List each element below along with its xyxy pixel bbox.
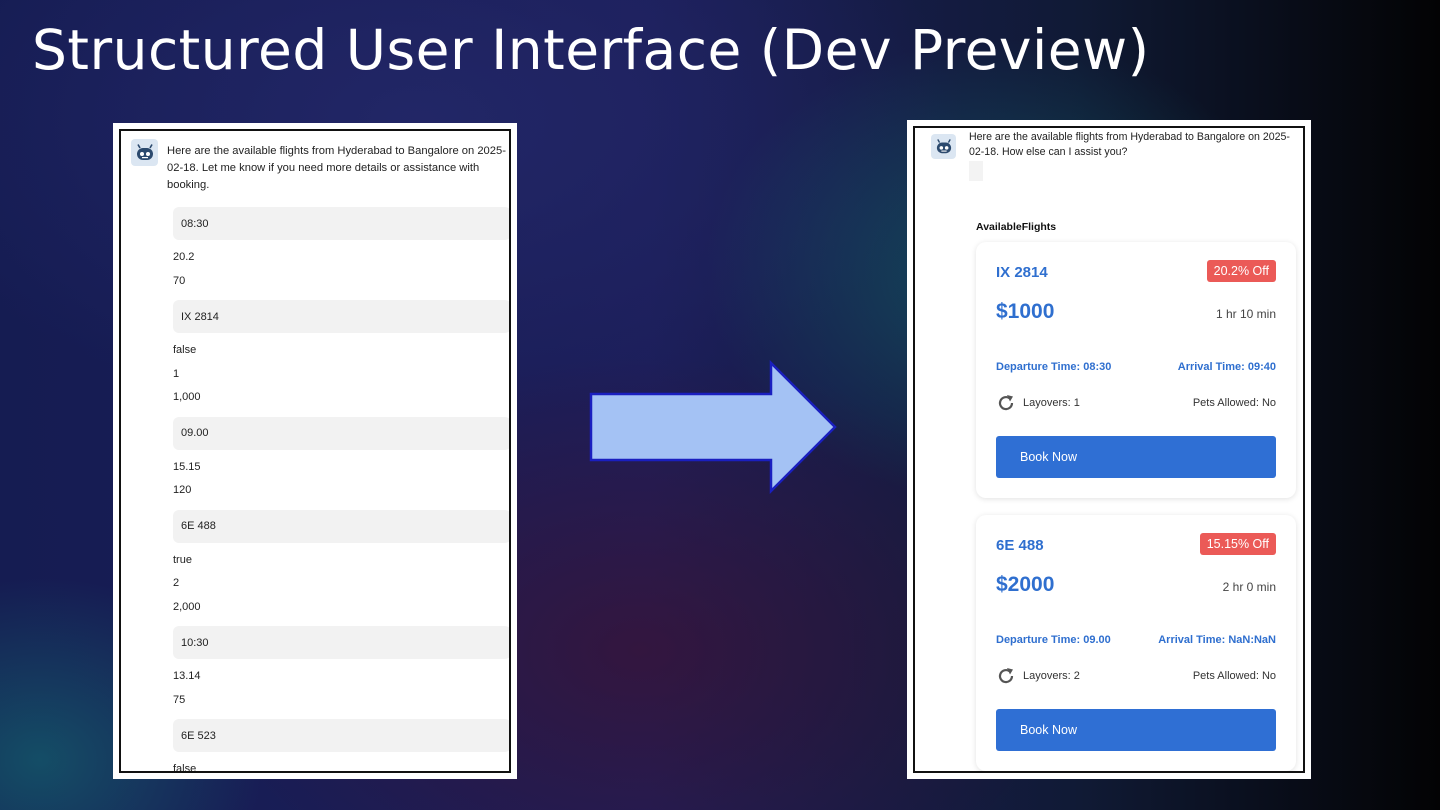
raw-value-line: 1,000: [173, 391, 201, 403]
book-now-button[interactable]: Book Now: [996, 436, 1276, 478]
structured-ui-panel: Here are the available flights from Hyde…: [907, 120, 1311, 779]
message-placeholder-block: [969, 161, 983, 181]
raw-value-line: 15.15: [173, 460, 201, 473]
arrival-time: Arrival Time: NaN:NaN: [1158, 634, 1276, 646]
refresh-icon: [998, 668, 1014, 684]
layover-count: Layovers: 2: [1023, 670, 1080, 682]
robot-icon: [131, 139, 158, 166]
raw-value-line: 13.14: [173, 670, 201, 682]
raw-value-line: 120: [173, 484, 192, 496]
book-now-button[interactable]: Book Now: [996, 709, 1276, 751]
departure-time: Departure Time: 08:30: [996, 361, 1112, 373]
discount-badge: 15.15% Off: [1199, 533, 1276, 555]
flight-duration: 1 hr 10 min: [1215, 307, 1276, 321]
pets-allowed: Pets Allowed: No: [1192, 670, 1276, 682]
flight-duration: 2 hr 0 min: [1222, 580, 1276, 594]
raw-value-line: true: [173, 553, 192, 566]
layover-info: Layovers: 1: [996, 393, 1080, 413]
raw-value-pill: IX 2814: [173, 300, 509, 333]
assistant-message: Here are the available flights from Hyde…: [167, 145, 506, 191]
raw-value-pill: 6E 488: [173, 509, 509, 543]
flight-price: $2000: [996, 573, 1055, 596]
raw-value-line: 70: [173, 274, 186, 287]
structured-ui-frame: Here are the available flights from Hyde…: [913, 126, 1305, 773]
robot-icon: [931, 134, 956, 159]
raw-value-line: 2: [173, 577, 180, 589]
raw-value-pill: 09.00: [173, 416, 509, 450]
raw-value-pill: 6E 523: [173, 719, 509, 752]
raw-value-pill: 10:30: [173, 626, 509, 659]
raw-output-frame: Here are the available flights from Hyde…: [119, 129, 511, 773]
discount-badge: 20.2% Off: [1206, 260, 1276, 282]
departure-time: Departure Time: 09.00: [996, 634, 1111, 646]
flight-price: $1000: [996, 300, 1055, 323]
raw-value-line: false: [173, 344, 197, 356]
layover-info: Layovers: 2: [996, 666, 1080, 686]
assistant-message: Here are the available flights from Hyde…: [969, 131, 1290, 158]
raw-value-line: false: [173, 763, 197, 773]
raw-value-line: 20.2: [173, 251, 195, 263]
raw-value-line: 2,000: [173, 600, 201, 613]
slide-title: Structured User Interface (Dev Preview): [32, 18, 1150, 82]
raw-value-pill: 08:30: [173, 207, 509, 240]
raw-value-line: 1: [173, 367, 180, 380]
flight-card: IX 2814 20.2% Off $1000 1 hr 10 min Depa…: [976, 242, 1296, 498]
layover-count: Layovers: 1: [1023, 397, 1080, 409]
flight-number: 6E 488: [996, 537, 1044, 554]
pets-allowed: Pets Allowed: No: [1192, 397, 1276, 409]
flight-number: IX 2814: [996, 264, 1048, 281]
section-title: AvailableFlights: [976, 221, 1057, 233]
raw-output-panel: Here are the available flights from Hyde…: [113, 123, 517, 779]
raw-value-line: 75: [173, 693, 186, 706]
raw-data-list: 08:30 20.2 70 IX 2814 false 1 1,000 09.00 15.15 1…: [173, 203, 509, 773]
right-arrow-icon: [589, 360, 837, 494]
arrival-time: Arrival Time: 09:40: [1177, 361, 1276, 373]
refresh-icon: [998, 395, 1014, 411]
flight-card: 6E 488 15.15% Off $2000 2 hr 0 min Depar…: [976, 515, 1296, 771]
